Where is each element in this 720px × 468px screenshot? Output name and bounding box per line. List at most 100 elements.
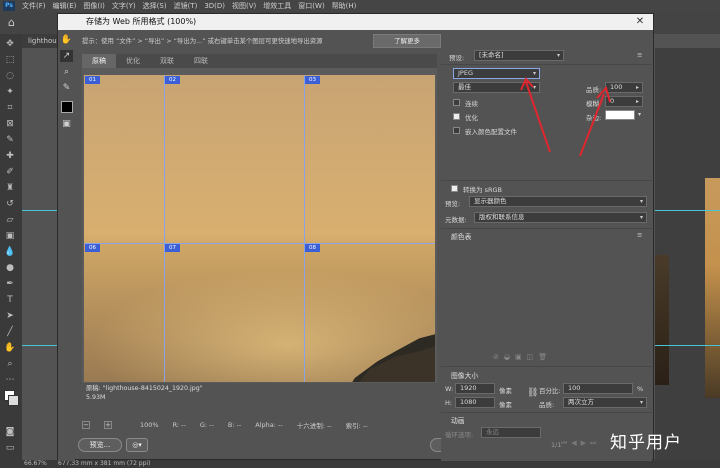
close-icon[interactable]: ✕ <box>633 14 647 30</box>
learn-more-button[interactable]: 了解更多 <box>373 34 441 48</box>
type-tool-icon[interactable]: T <box>3 294 17 306</box>
divider <box>441 412 652 413</box>
animation-label: 动画 <box>451 417 465 425</box>
menu-help[interactable]: 帮助(H) <box>332 1 357 11</box>
lasso-tool-icon[interactable]: ◌ <box>3 70 17 82</box>
height-input[interactable]: 1080 <box>455 397 495 408</box>
tab-original[interactable]: 原稿 <box>82 54 116 68</box>
loop-select[interactable]: 永远 <box>481 427 541 438</box>
document-photo-edge <box>655 255 669 385</box>
home-icon[interactable]: ⌂ <box>8 16 22 30</box>
width-input[interactable]: 1920 <box>455 383 495 394</box>
line-tool-icon[interactable]: ╱ <box>3 326 17 338</box>
progressive-checkbox[interactable] <box>453 99 460 106</box>
slice-label[interactable]: 08 <box>305 244 320 252</box>
resample-select[interactable]: 两次立方 ▾ <box>563 397 647 408</box>
quick-mask-icon[interactable]: ◙ <box>3 426 17 438</box>
browser-select-button[interactable]: ◎▾ <box>126 438 148 452</box>
color-table-menu-icon[interactable]: ≡ <box>637 231 642 239</box>
zoom-controls[interactable]: − + <box>82 421 126 429</box>
preview-label: 预览: <box>445 200 461 208</box>
pen-tool-icon[interactable]: ✒ <box>3 278 17 290</box>
preset-label: 预设: <box>449 54 465 62</box>
embed-profile-checkbox[interactable] <box>453 127 460 134</box>
frame-tool-icon[interactable]: ⊠ <box>3 118 17 130</box>
optimized-checkbox[interactable] <box>453 113 460 120</box>
zoom-out-icon[interactable]: − <box>82 421 90 429</box>
hand-tool-icon[interactable]: ✋ <box>3 342 17 354</box>
annotation-arrow-quality <box>579 85 611 157</box>
dodge-tool-icon[interactable]: ● <box>3 262 17 274</box>
eyedropper-tool-icon[interactable]: ✎ <box>3 134 17 146</box>
chevron-down-icon: ▾ <box>639 399 643 406</box>
crop-tool-icon[interactable]: ⌗ <box>3 102 17 114</box>
stamp-tool-icon[interactable]: ♜ <box>3 182 17 194</box>
preview-button[interactable]: 预览... <box>78 438 122 452</box>
history-brush-icon[interactable]: ↺ <box>3 198 17 210</box>
slice-label[interactable]: 06 <box>85 244 100 252</box>
toggle-slices-icon[interactable]: ▣ <box>60 118 73 130</box>
status-bar: 66.67% 677.33 mm x 381 mm (72 ppi) <box>0 460 720 468</box>
chevron-down-icon: ▾ <box>556 52 560 59</box>
width-unit: 像素 <box>499 387 512 395</box>
gradient-tool-icon[interactable]: ▣ <box>3 230 17 242</box>
slice-line <box>304 75 305 382</box>
preset-select[interactable]: [未命名] ▾ <box>474 50 564 61</box>
marquee-tool-icon[interactable]: ⬚ <box>3 54 17 66</box>
preview-select[interactable]: 显示器颜色 ▾ <box>469 196 647 207</box>
link-icon[interactable]: ⛓ <box>527 388 538 398</box>
menu-3d[interactable]: 3D(D) <box>204 2 225 10</box>
move-tool-icon[interactable]: ✥ <box>3 38 17 50</box>
zoom-level[interactable]: 100% <box>140 421 159 429</box>
menu-file[interactable]: 文件(F) <box>22 1 46 11</box>
brush-tool-icon[interactable]: ✐ <box>3 166 17 178</box>
menu-select[interactable]: 选择(S) <box>143 1 167 11</box>
more-tools-icon[interactable]: ⋯ <box>3 374 17 386</box>
color-swatches-icon[interactable] <box>3 390 19 406</box>
menu-bar: Ps 文件(F) 编辑(E) 图像(I) 文字(Y) 选择(S) 滤镜(T) 3… <box>0 0 720 12</box>
slice-line <box>84 243 435 244</box>
settings-menu-icon[interactable]: ≡ <box>637 51 642 59</box>
menu-view[interactable]: 视图(V) <box>232 1 256 11</box>
convert-srgb-label: 转换为 sRGB <box>463 186 502 194</box>
eyedropper-color-swatch[interactable] <box>60 101 73 113</box>
menu-filter[interactable]: 滤镜(T) <box>174 1 198 11</box>
menu-image[interactable]: 图像(I) <box>83 1 105 11</box>
zoom-tool-icon[interactable]: ⌕ <box>60 66 73 78</box>
tab-2-up[interactable]: 双联 <box>150 54 184 68</box>
readout-g: G: -- <box>199 421 214 429</box>
readout-index: 索引: -- <box>345 422 368 430</box>
height-label: H: <box>445 399 453 407</box>
hand-tool-icon[interactable]: ✋ <box>60 34 73 46</box>
zoom-tool-icon[interactable]: ⌕ <box>3 358 17 370</box>
menu-edit[interactable]: 编辑(E) <box>53 1 77 11</box>
percent-input[interactable]: 100 <box>563 383 633 394</box>
magic-wand-icon[interactable]: ✦ <box>3 86 17 98</box>
blur-tool-icon[interactable]: 💧 <box>3 246 17 258</box>
menu-window[interactable]: 窗口(W) <box>298 1 324 11</box>
screen-mode-icon[interactable]: ▭ <box>3 442 17 454</box>
color-table-tools-icon[interactable]: ⊘◒▣◫🗑 <box>493 353 603 363</box>
tab-optimized[interactable]: 优化 <box>116 54 150 68</box>
eraser-tool-icon[interactable]: ▱ <box>3 214 17 226</box>
guide-line <box>22 210 57 211</box>
menu-plugins[interactable]: 增效工具 <box>263 1 291 11</box>
eyedropper-tool-icon[interactable]: ✎ <box>60 82 73 94</box>
slice-label[interactable]: 07 <box>165 244 180 252</box>
slice-label[interactable]: 03 <box>305 76 320 84</box>
image-preview[interactable]: 01 02 03 06 07 08 <box>84 75 435 382</box>
metadata-select[interactable]: 版权和联系信息 ▾ <box>474 212 647 223</box>
slice-label[interactable]: 02 <box>165 76 180 84</box>
healing-tool-icon[interactable]: ✚ <box>3 150 17 162</box>
percent-label: 百分比: <box>539 387 561 395</box>
slice-select-tool-icon[interactable]: ↗ <box>60 50 73 62</box>
slice-label[interactable]: 01 <box>85 76 100 84</box>
menu-type[interactable]: 文字(Y) <box>112 1 136 11</box>
readout-hex: 十六进制: -- <box>296 422 332 430</box>
readout-r: R: -- <box>172 421 186 429</box>
tab-4-up[interactable]: 四联 <box>184 54 218 68</box>
zoom-in-icon[interactable]: + <box>104 421 112 429</box>
path-select-icon[interactable]: ➤ <box>3 310 17 322</box>
embed-profile-label: 嵌入颜色配置文件 <box>465 128 517 136</box>
convert-srgb-checkbox[interactable] <box>451 185 458 192</box>
